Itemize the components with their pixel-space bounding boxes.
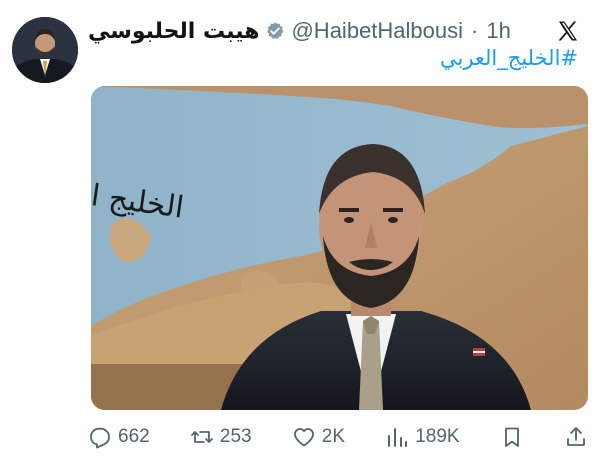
views-chart-icon: [388, 428, 408, 447]
reply-button[interactable]: 662: [88, 425, 150, 449]
tweet-image[interactable]: الخليج العربي: [91, 86, 588, 410]
verified-badge-icon[interactable]: [265, 21, 285, 41]
views-count: 189K: [415, 426, 460, 447]
repost-count: 253: [219, 426, 252, 447]
avatar-image: [12, 17, 78, 83]
like-count: 2K: [321, 426, 346, 447]
views-button[interactable]: 189K: [385, 425, 460, 449]
separator-dot: ·: [471, 18, 479, 43]
timestamp[interactable]: 1h: [486, 18, 510, 44]
bookmark-button[interactable]: [500, 425, 524, 449]
hashtag-link[interactable]: #الخليج_العربي: [440, 46, 578, 70]
tweet-actions: 662 253 2K 189K: [88, 420, 588, 454]
map-portrait-image: الخليج العربي: [91, 86, 588, 410]
repost-icon: [190, 431, 213, 443]
bookmark-icon: [504, 427, 519, 447]
avatar[interactable]: [12, 17, 78, 83]
author-row: هيبت الحلبوسي @HaibetHalbousi · 1h: [88, 18, 511, 44]
like-button[interactable]: 2K: [292, 425, 345, 449]
reply-count: 662: [118, 426, 150, 447]
share-icon: [567, 427, 585, 446]
x-logo-icon[interactable]: [556, 19, 580, 43]
author-handle[interactable]: @HaibetHalbousi: [291, 18, 463, 44]
author-name[interactable]: هيبت الحلبوسي: [88, 19, 259, 44]
share-button[interactable]: [564, 425, 588, 449]
reply-icon: [90, 427, 110, 449]
repost-button[interactable]: 253: [190, 425, 252, 449]
heart-icon: [293, 428, 314, 447]
tweet-header: هيبت الحلبوسي @HaibetHalbousi · 1h: [88, 16, 580, 46]
